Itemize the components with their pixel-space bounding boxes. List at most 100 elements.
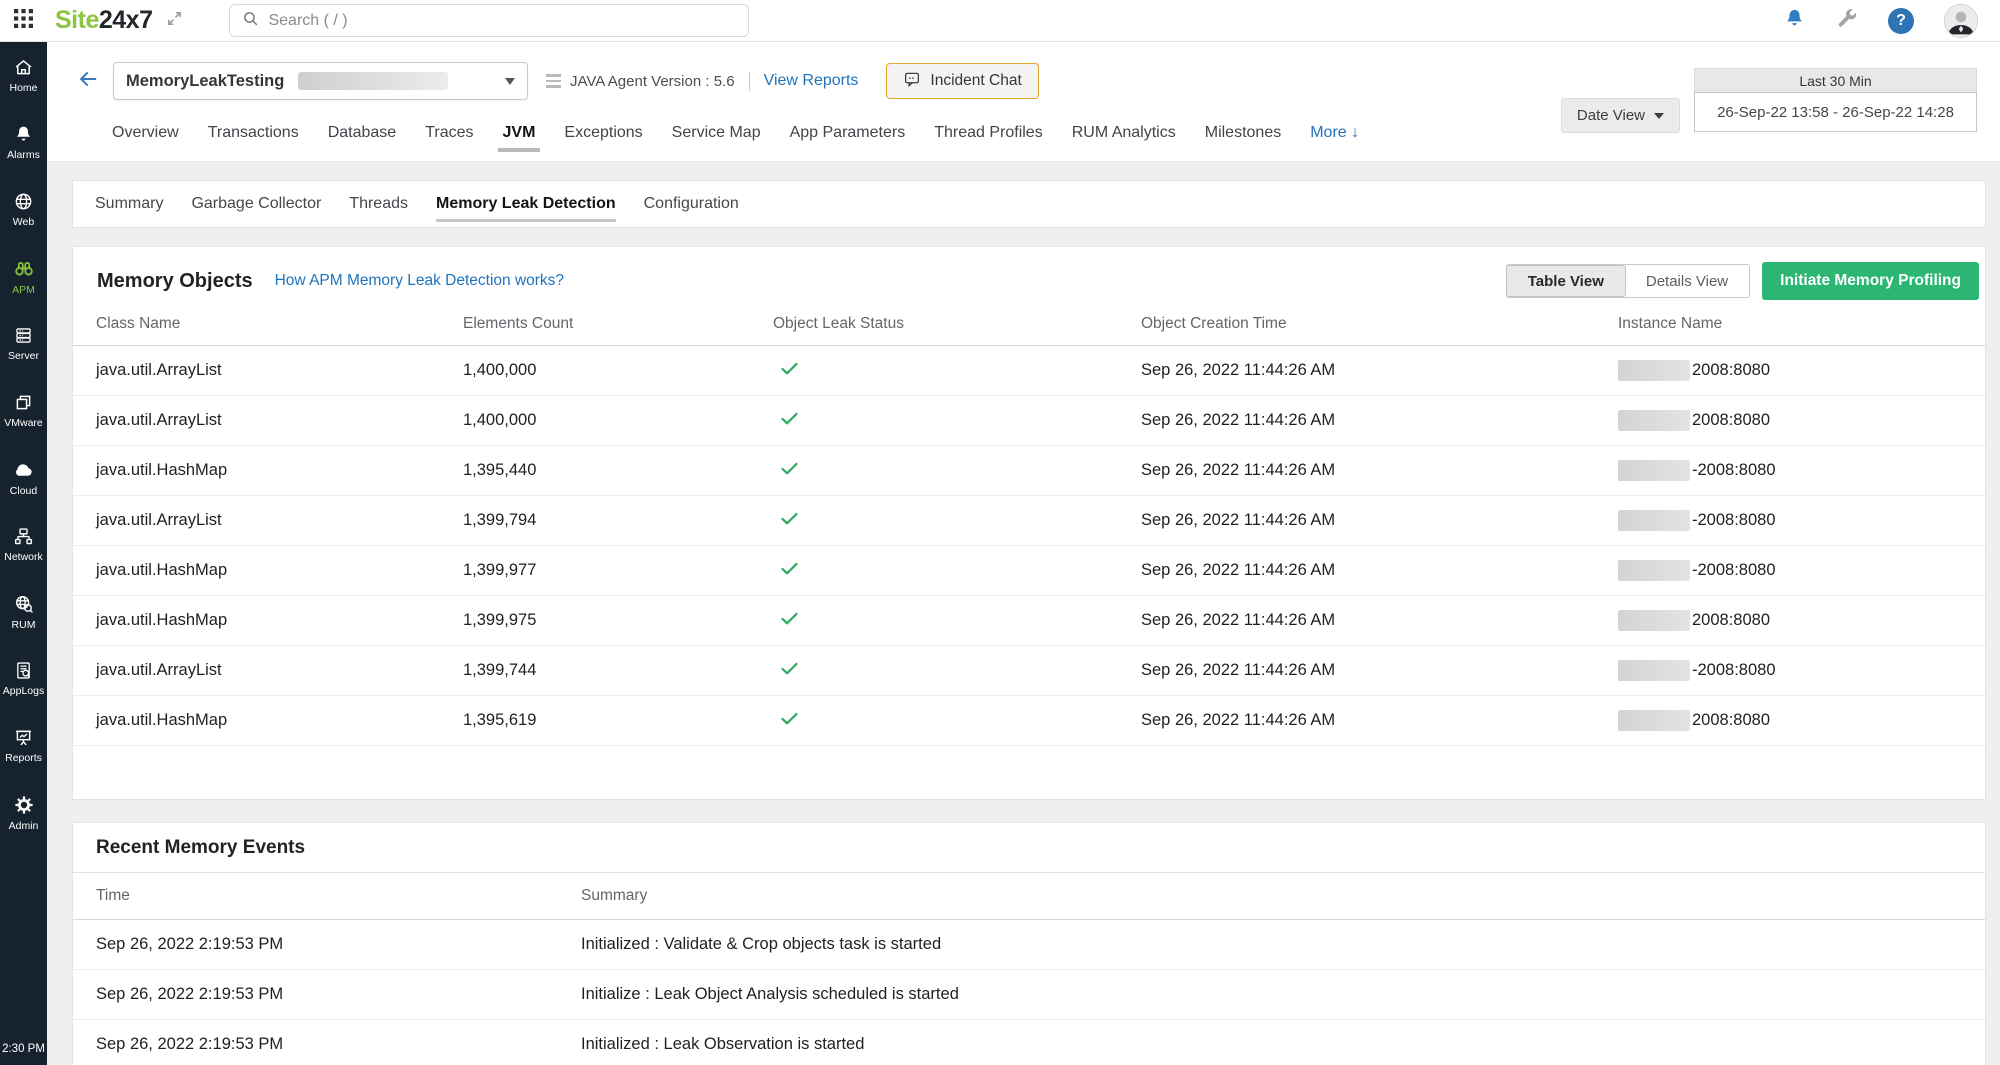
sidebar-item-network[interactable]: Network (0, 511, 47, 578)
cloud-icon (12, 458, 35, 481)
memory-objects-title: Memory Objects (97, 270, 253, 293)
leak-status-cell (773, 408, 1141, 434)
tab-milestones[interactable]: Milestones (1204, 122, 1282, 152)
time-range-preset[interactable]: Last 30 Min (1694, 68, 1977, 92)
chevron-down-icon (505, 78, 515, 85)
leak-status-cell (773, 508, 1141, 534)
subtab-threads[interactable]: Threads (349, 181, 408, 227)
event-summary-cell: Initialized : Leak Observation is starte… (581, 1035, 1985, 1054)
time-range-value[interactable]: 26-Sep-22 13:58 - 26-Sep-22 14:28 (1694, 92, 1977, 132)
memory-object-row: java.util.HashMap1,399,975Sep 26, 2022 1… (73, 596, 1985, 646)
tab-database[interactable]: Database (327, 122, 398, 152)
view-reports-link[interactable]: View Reports (764, 72, 859, 90)
tab-thread-profiles[interactable]: Thread Profiles (933, 122, 1044, 152)
admin-gear-icon (13, 794, 35, 816)
instance-name-text: -2008:8080 (1692, 661, 1776, 680)
date-view-button[interactable]: Date View (1561, 98, 1680, 133)
tab-service-map[interactable]: Service Map (671, 122, 762, 152)
notifications-bell-icon[interactable] (1783, 7, 1806, 35)
network-icon (13, 526, 34, 547)
table-view-toggle[interactable]: Table View (1506, 265, 1626, 297)
tab-overview[interactable]: Overview (111, 122, 180, 152)
instance-name-cell: -2008:8080 (1618, 510, 1987, 531)
tab-app-parameters[interactable]: App Parameters (789, 122, 907, 152)
memory-objects-rows: java.util.ArrayList1,400,000 Sep 26, 2022… (73, 346, 1985, 746)
leak-status-cell (773, 658, 1141, 684)
class-name-cell: java.util.HashMap (96, 611, 463, 630)
subtab-garbage-collector[interactable]: Garbage Collector (191, 181, 321, 227)
sidebar-item-alarms[interactable]: Alarms (0, 109, 47, 176)
instance-name-text: -2008:8080 (1692, 511, 1776, 530)
redacted-instance-host (1618, 610, 1690, 631)
instance-name-cell: 2008:8080 (1618, 610, 1987, 631)
leak-ok-check-icon (779, 708, 800, 729)
incident-chat-button[interactable]: Incident Chat (886, 63, 1038, 99)
chat-bubble-icon (903, 70, 921, 93)
leak-ok-check-icon (779, 508, 800, 529)
tab-jvm[interactable]: JVM (502, 122, 537, 152)
leak-ok-check-icon (779, 408, 800, 429)
subtab-configuration[interactable]: Configuration (644, 181, 739, 227)
memory-objects-card: Memory Objects How APM Memory Leak Detec… (72, 246, 1986, 800)
redacted-instance-host (1618, 710, 1690, 731)
recent-memory-events-title: Recent Memory Events (96, 837, 1985, 859)
tools-wrench-icon[interactable] (1836, 7, 1858, 34)
reports-icon (13, 727, 34, 748)
tab-more[interactable]: More ↓ (1309, 122, 1360, 152)
class-name-cell: java.util.ArrayList (96, 411, 463, 430)
initiate-memory-profiling-button[interactable]: Initiate Memory Profiling (1762, 262, 1979, 300)
events-header-row: Time Summary (73, 873, 1985, 920)
search-icon (242, 10, 259, 32)
back-arrow-icon[interactable] (77, 68, 99, 95)
instance-name-text: -2008:8080 (1692, 461, 1776, 480)
col-summary: Summary (581, 887, 1985, 905)
search-input[interactable] (268, 12, 736, 30)
tab-traces[interactable]: Traces (424, 122, 474, 152)
class-name-cell: java.util.HashMap (96, 561, 463, 580)
instance-name-text: 2008:8080 (1692, 361, 1770, 380)
redacted-monitor-suffix (298, 72, 448, 90)
leak-ok-check-icon (779, 558, 800, 579)
tab-transactions[interactable]: Transactions (207, 122, 300, 152)
subtab-summary[interactable]: Summary (95, 181, 163, 227)
sidebar-item-web[interactable]: Web (0, 176, 47, 243)
memory-leak-help-link[interactable]: How APM Memory Leak Detection works? (275, 272, 564, 290)
global-search[interactable] (229, 4, 749, 37)
sidebar-item-applogs[interactable]: AppLogs (0, 645, 47, 712)
sidebar-item-apm[interactable]: APM (0, 243, 47, 310)
sidebar-item-admin[interactable]: Admin (0, 779, 47, 846)
redacted-instance-host (1618, 410, 1690, 431)
event-time-cell: Sep 26, 2022 2:19:53 PM (96, 935, 581, 954)
redacted-instance-host (1618, 660, 1690, 681)
help-icon[interactable]: ? (1888, 8, 1914, 34)
class-name-cell: java.util.HashMap (96, 461, 463, 480)
site24x7-logo[interactable]: Site24x7 (55, 6, 152, 35)
memory-object-row: java.util.ArrayList1,399,744Sep 26, 2022… (73, 646, 1985, 696)
sidebar-item-rum[interactable]: RUM (0, 578, 47, 645)
tab-rum-analytics[interactable]: RUM Analytics (1071, 122, 1177, 152)
applogs-icon (13, 660, 34, 681)
creation-time-cell: Sep 26, 2022 11:44:26 AM (1141, 511, 1618, 530)
tab-exceptions[interactable]: Exceptions (563, 122, 643, 152)
user-avatar[interactable] (1944, 4, 1978, 38)
sidebar-item-reports[interactable]: Reports (0, 712, 47, 779)
instance-name-cell: 2008:8080 (1618, 710, 1987, 731)
col-instance-name: Instance Name (1618, 315, 1987, 333)
details-view-toggle[interactable]: Details View (1625, 265, 1749, 297)
app-grid-icon[interactable] (14, 9, 33, 33)
expand-icon[interactable] (166, 10, 183, 32)
subtab-memory-leak-detection[interactable]: Memory Leak Detection (436, 181, 616, 227)
class-name-cell: java.util.HashMap (96, 711, 463, 730)
sidebar-item-home[interactable]: Home (0, 42, 47, 109)
col-class-name: Class Name (96, 315, 463, 333)
sidebar-item-cloud[interactable]: Cloud (0, 444, 47, 511)
event-summary-cell: Initialize : Leak Object Analysis schedu… (581, 985, 1985, 1004)
redacted-instance-host (1618, 510, 1690, 531)
elements-count-cell: 1,399,744 (463, 661, 773, 680)
memory-object-row: java.util.HashMap1,395,440Sep 26, 2022 1… (73, 446, 1985, 496)
col-time: Time (96, 887, 581, 905)
sidebar-item-vmware[interactable]: VMware (0, 377, 47, 444)
sidebar-item-server[interactable]: Server (0, 310, 47, 377)
elements-count-cell: 1,400,000 (463, 411, 773, 430)
monitor-select-dropdown[interactable]: MemoryLeakTesting (113, 62, 528, 100)
